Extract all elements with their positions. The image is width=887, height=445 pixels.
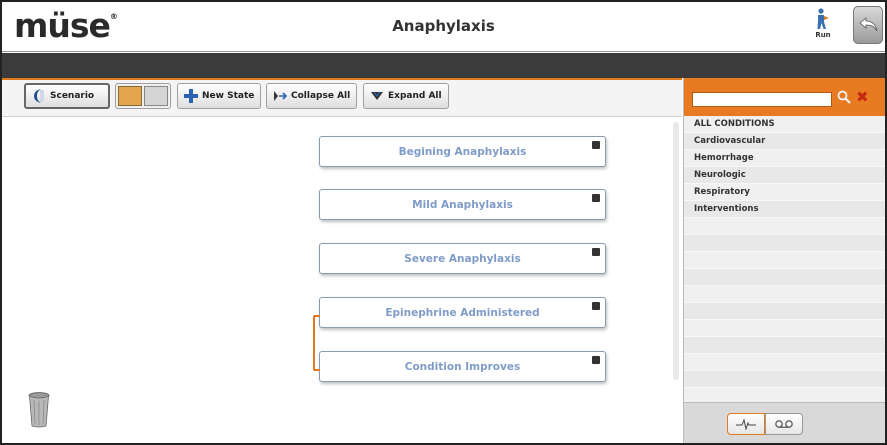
condition-list-empty-row: [684, 337, 885, 354]
page-title: Anaphylaxis: [392, 17, 495, 35]
run-person-icon: [817, 8, 829, 29]
condition-list-empty-row: [684, 320, 885, 337]
scenario-label: Scenario: [50, 91, 95, 101]
new-state-button[interactable]: New State: [177, 83, 262, 109]
condition-list-empty-row: [684, 286, 885, 303]
waveform-icon: [736, 418, 756, 430]
state-label: Begining Anaphylaxis: [398, 145, 527, 158]
state-node[interactable]: Begining Anaphylaxis: [319, 136, 606, 167]
conditions-search-bar: ✖: [684, 78, 885, 116]
condition-list-empty-row: [684, 269, 885, 286]
condition-list-item[interactable]: Cardiovascular: [684, 133, 885, 150]
state-node[interactable]: Severe Anaphylaxis: [319, 243, 606, 274]
view-toggle[interactable]: [115, 83, 171, 109]
condition-list-item[interactable]: ALL CONDITIONS: [684, 116, 885, 133]
state-menu-icon[interactable]: [592, 248, 600, 256]
conditions-panel: ✖ ALL CONDITIONS Cardiovascular Hemorrhage…: [683, 78, 885, 443]
editor-toolbar: Scenario New State Collapse All Expand A…: [2, 80, 682, 117]
condition-list-item[interactable]: Neurologic: [684, 167, 885, 184]
search-icon[interactable]: [837, 90, 851, 104]
state-node[interactable]: Mild Anaphylaxis: [319, 189, 606, 220]
state-menu-icon[interactable]: [592, 194, 600, 202]
scenario-icon: [34, 89, 44, 103]
collapse-all-button[interactable]: Collapse All: [266, 83, 358, 109]
back-arrow-icon: [859, 17, 878, 32]
state-menu-icon[interactable]: [592, 356, 600, 364]
state-label: Severe Anaphylaxis: [404, 252, 521, 265]
expand-icon: [371, 91, 383, 100]
app-header: müse® Anaphylaxis Run: [2, 2, 885, 52]
state-menu-icon[interactable]: [592, 141, 600, 149]
state-canvas[interactable]: [2, 118, 682, 443]
dark-band: [2, 53, 885, 78]
condition-list-empty-row: [684, 354, 885, 371]
plus-icon: [184, 89, 198, 103]
conditions-list: ALL CONDITIONS Cardiovascular Hemorrhage Ne…: [684, 116, 885, 405]
condition-list-empty-row: [684, 218, 885, 235]
conditions-search-input[interactable]: [692, 92, 832, 107]
grid-view-icon[interactable]: [118, 86, 142, 106]
expand-all-label: Expand All: [388, 91, 442, 101]
canvas-scrollbar[interactable]: [673, 122, 679, 380]
clear-search-icon[interactable]: ✖: [856, 88, 869, 106]
state-label: Epinephrine Administered: [385, 306, 540, 319]
collapse-all-label: Collapse All: [291, 91, 351, 101]
run-button[interactable]: Run: [808, 8, 838, 46]
condition-list-item[interactable]: Respiratory: [684, 184, 885, 201]
collapse-icon: [274, 91, 287, 101]
back-button[interactable]: [853, 6, 883, 44]
state-node[interactable]: Epinephrine Administered: [319, 297, 606, 328]
expand-all-button[interactable]: Expand All: [363, 83, 449, 109]
trash-icon[interactable]: [28, 392, 50, 432]
condition-list-item[interactable]: Interventions: [684, 201, 885, 218]
state-label: Mild Anaphylaxis: [412, 198, 513, 211]
tab-recordings[interactable]: [765, 413, 803, 435]
condition-list-item[interactable]: Hemorrhage: [684, 150, 885, 167]
run-label: Run: [815, 31, 831, 39]
list-view-icon[interactable]: [144, 86, 168, 106]
transition-connector: [313, 315, 320, 371]
state-label: Condition Improves: [404, 360, 521, 373]
voicemail-icon: [775, 420, 793, 428]
app-window: müse® Anaphylaxis Run Scenario New State…: [0, 0, 887, 445]
condition-list-empty-row: [684, 303, 885, 320]
new-state-label: New State: [202, 91, 255, 101]
panel-tabs: [684, 402, 885, 443]
scenario-button[interactable]: Scenario: [24, 83, 110, 109]
condition-list-empty-row: [684, 371, 885, 388]
state-node[interactable]: Condition Improves: [319, 351, 606, 382]
tab-waveforms[interactable]: [727, 413, 765, 435]
condition-list-empty-row: [684, 252, 885, 269]
state-menu-icon[interactable]: [592, 302, 600, 310]
condition-list-empty-row: [684, 235, 885, 252]
